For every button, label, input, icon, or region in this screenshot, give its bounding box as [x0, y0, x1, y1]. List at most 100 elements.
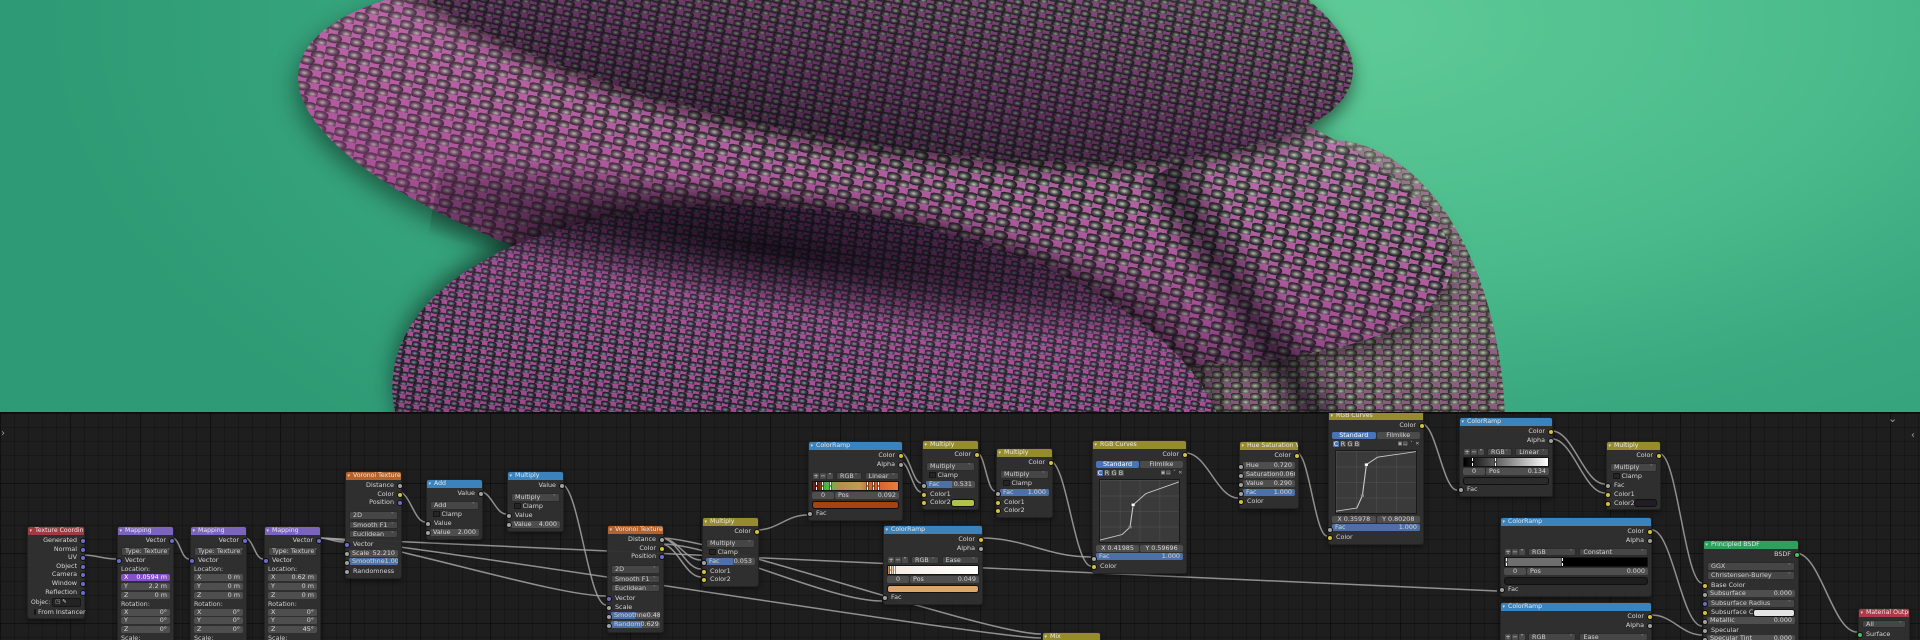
checkbox-clamp[interactable]: Clamp	[430, 510, 479, 519]
dropdown-field[interactable]: Christensen-Burley˅	[1707, 571, 1795, 580]
ramp-bar[interactable]	[887, 565, 979, 575]
socket-value[interactable]	[425, 521, 431, 527]
ramp-menu-icon[interactable]: ˅	[827, 473, 833, 479]
socket-value[interactable]	[921, 483, 927, 489]
socket-value[interactable]	[1238, 482, 1244, 488]
color-mode-dropdown[interactable]: RGB˅	[1528, 548, 1576, 557]
value-field[interactable]: Z0 m	[268, 592, 317, 599]
collapse-icon[interactable]: ▾	[925, 441, 928, 449]
node-mix-multiply-3[interactable]: ▾MultiplyColorMultiply˅ClampFac1.000Colo…	[996, 448, 1053, 518]
socket-value[interactable]	[344, 560, 350, 566]
node-link[interactable]	[1552, 439, 1605, 493]
field-subsurface[interactable]: Subsurface0.000	[1707, 590, 1795, 599]
dropdown-texture[interactable]: Type: Texture˅	[268, 547, 317, 556]
channel-r-button[interactable]: R	[1340, 441, 1346, 447]
ramp-stop-marker[interactable]	[1495, 458, 1496, 466]
checkbox-icon[interactable]	[34, 609, 36, 616]
checkbox-from-instancer[interactable]: From Instancer	[31, 608, 81, 617]
node-header[interactable]: ▾Mapping	[191, 527, 246, 535]
node-mix-multiply-4[interactable]: ▾MultiplyColorMultiply˅ClampFacColor1Col…	[1606, 441, 1661, 510]
field-metallic[interactable]: Metallic0.000	[1707, 617, 1795, 626]
object-field-row[interactable]: Objec:◳ ✎	[31, 598, 81, 608]
dropdown-christensen-burley[interactable]: Christensen-Burley˅	[1707, 571, 1795, 580]
ramp-menu-icon[interactable]: ˅	[1478, 449, 1484, 455]
socket-color[interactable]	[995, 500, 1001, 506]
field-z[interactable]: Z45°	[268, 626, 317, 634]
collapse-icon[interactable]: ▾	[1609, 442, 1612, 450]
socket-value[interactable]	[1238, 464, 1244, 470]
dropdown-field[interactable]: Smooth F1˅	[611, 575, 660, 584]
value-field[interactable]: Fac0.531	[926, 481, 975, 488]
socket-value[interactable]	[606, 605, 612, 611]
node-header[interactable]: ▾RGB Curves	[1329, 412, 1423, 420]
dropdown-euclidean[interactable]: Euclidean˅	[349, 530, 398, 539]
dropdown-multiply[interactable]: Multiply˅	[1000, 470, 1049, 479]
node-header[interactable]: ▾Mapping	[265, 527, 320, 535]
stop-index-field[interactable]: 0	[887, 576, 909, 583]
socket-value[interactable]	[606, 623, 612, 629]
collapse-icon[interactable]: ▾	[120, 527, 123, 535]
curve-area[interactable]	[1099, 479, 1180, 543]
field-z[interactable]: Z0 m	[194, 592, 243, 600]
color-mode-dropdown[interactable]: RGB˅	[911, 556, 939, 565]
color-swatch[interactable]	[1753, 609, 1795, 617]
value-field[interactable]: Fac1.000	[1096, 553, 1183, 560]
collapse-icon[interactable]: ▾	[999, 449, 1002, 457]
collapse-icon[interactable]: ▾	[1095, 441, 1098, 449]
field-x[interactable]: X0°	[121, 609, 170, 617]
collapse-icon[interactable]: ▾	[267, 527, 270, 535]
socket-value[interactable]	[978, 546, 984, 552]
node-link[interactable]	[1297, 453, 1327, 536]
socket-color[interactable]	[995, 508, 1001, 514]
field-fac[interactable]: Fac1.000	[1096, 553, 1183, 562]
dropdown-ggx[interactable]: GGX˅	[1707, 562, 1795, 571]
node-link[interactable]	[977, 453, 995, 491]
channel-g-button[interactable]: G	[1111, 470, 1117, 476]
collapse-icon[interactable]: ▾	[1242, 442, 1245, 450]
node-link[interactable]	[981, 538, 1091, 557]
node-header[interactable]: ▾Mix	[1043, 633, 1100, 640]
value-field[interactable]: X0°	[268, 609, 317, 616]
add-stop-button[interactable]: +	[1464, 449, 1470, 455]
socket-color[interactable]	[1702, 583, 1708, 589]
socket-color[interactable]	[921, 492, 927, 498]
dropdown-field[interactable]: Type: Texture˅	[268, 547, 317, 556]
curve-widget[interactable]	[1096, 479, 1183, 544]
dropdown-field[interactable]: Multiply˅	[1610, 463, 1657, 472]
value-field[interactable]: X0°	[121, 609, 170, 616]
collapse-icon[interactable]: ▾	[1503, 518, 1506, 526]
dropdown-2d[interactable]: 2D˅	[611, 565, 660, 574]
color-ramp-gradient[interactable]	[887, 565, 979, 575]
curve-point-coords[interactable]: X 0.35978Y 0.80208	[1332, 515, 1420, 524]
dropdown-euclidean[interactable]: Euclidean˅	[611, 584, 660, 593]
tone-buttons[interactable]: StandardFilmlike	[1096, 461, 1183, 470]
node-header[interactable]: ▾RGB Curves	[1093, 441, 1186, 449]
add-stop-button[interactable]: +	[1505, 549, 1511, 555]
node-header[interactable]: ▾Hue Saturation Valu	[1240, 442, 1298, 450]
field-scale[interactable]: Scale52.210	[349, 550, 398, 558]
stop-index-field[interactable]: 0	[812, 492, 834, 499]
remove-stop-button[interactable]: −	[895, 557, 901, 563]
value-field[interactable]: Fac1.000	[1243, 489, 1295, 496]
field-x[interactable]: X0.62 m	[268, 574, 317, 582]
value-field[interactable]: Z45°	[268, 626, 317, 633]
node-mix-multiply-2[interactable]: ▾MultiplyColorMultiply˅ClampFac0.531Colo…	[922, 440, 979, 510]
node-link[interactable]	[1552, 431, 1605, 484]
channel-buttons[interactable]: CRGB▣▤ ˅ ✕	[1332, 440, 1420, 449]
node-rgb-curves-1[interactable]: ▾RGB CurvesColorStandardFilmlikeCRGB▣▤ ˅…	[1092, 440, 1187, 574]
dropdown-field[interactable]: Type: Texture˅	[194, 547, 243, 556]
socket-color[interactable]	[921, 500, 927, 506]
add-stop-button[interactable]: +	[888, 557, 894, 563]
node-color-ramp-5[interactable]: ▾ColorRampColorAlpha+−˅RGB˅Ease˅	[1500, 602, 1652, 640]
value-field[interactable]: Saturation0.060	[1243, 471, 1295, 478]
field-specular-tint[interactable]: Specular Tint0.000	[1707, 635, 1795, 640]
field-fac[interactable]: Fac1.000	[1332, 524, 1420, 533]
dropdown-texture[interactable]: Type: Texture˅	[121, 547, 170, 556]
right-panel-toggle-icon[interactable]: ‹	[1911, 431, 1915, 441]
collapse-icon[interactable]: ▾	[705, 518, 708, 526]
ramp-stop-marker[interactable]	[822, 482, 823, 490]
stop-index-field[interactable]: 0	[1463, 468, 1485, 475]
collapse-icon[interactable]: ▾	[1331, 412, 1334, 420]
value-field[interactable]: Smoothne0.486	[611, 612, 660, 619]
ramp-stop-marker[interactable]	[1472, 458, 1473, 466]
